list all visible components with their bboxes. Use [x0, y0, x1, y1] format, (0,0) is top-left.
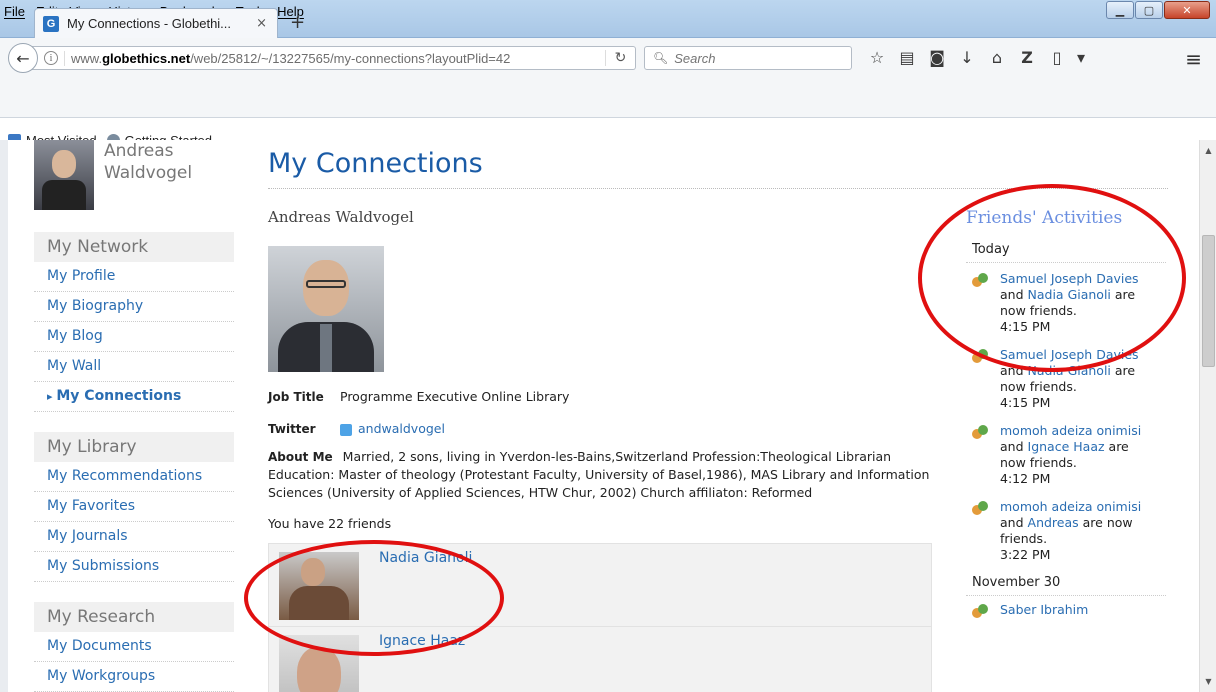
- url-path: /web/25812/~/13227565/my-connections?lay…: [190, 50, 511, 66]
- page-icon[interactable]: ▯: [1042, 48, 1072, 67]
- twitter-label: Twitter: [268, 422, 316, 436]
- sidebar-item-my-blog[interactable]: My Blog: [34, 322, 234, 352]
- twitter-icon: [340, 423, 352, 436]
- dropdown-arrow-icon[interactable]: ▾: [1072, 48, 1090, 67]
- activity-and: and: [1000, 439, 1024, 454]
- friends-icon: [972, 604, 990, 620]
- tab-close-icon[interactable]: ×: [256, 16, 267, 31]
- sidebar-item-my-biography[interactable]: My Biography: [34, 292, 234, 322]
- sidebar-item-my-wall[interactable]: My Wall: [34, 352, 234, 382]
- activity-time: 3:22 PM: [1000, 547, 1051, 562]
- url-prefix: www.: [71, 50, 103, 66]
- my-network-header: My Network: [34, 232, 234, 262]
- twitter-field: Twitter andwaldvogel: [268, 420, 932, 438]
- activity-item: Saber Ibrahim: [966, 602, 1166, 620]
- scrollbar-thumb[interactable]: [1202, 235, 1215, 367]
- download-icon[interactable]: ↓: [952, 48, 982, 67]
- user-name[interactable]: Andreas Waldvogel: [104, 140, 214, 210]
- new-tab-button[interactable]: +: [290, 12, 305, 33]
- twitter-value: andwaldvogel: [340, 420, 445, 438]
- activity-and: and: [1000, 515, 1024, 530]
- url-domain: globethics.net: [102, 50, 191, 66]
- toolbar-icons: ☆ ▤ ◙ ↓ ⌂ Z ▯ ▾: [862, 48, 1090, 67]
- url-text[interactable]: www.globethics.net/web/25812/~/13227565/…: [64, 50, 605, 66]
- sidebar-item-my-favorites[interactable]: My Favorites: [34, 492, 234, 522]
- activity-day-header: November 30: [966, 575, 1166, 596]
- globethics-favicon-icon: G: [43, 15, 59, 32]
- activity-user-link[interactable]: momoh adeiza onimisi: [1000, 499, 1141, 514]
- activity-time: 4:15 PM: [1000, 395, 1051, 410]
- sidebar-item-my-submissions[interactable]: My Submissions: [34, 552, 234, 582]
- activity-user-link[interactable]: Andreas: [1028, 515, 1079, 530]
- user-avatar[interactable]: [34, 140, 94, 210]
- twitter-link[interactable]: andwaldvogel: [358, 421, 445, 436]
- activity-item: momoh adeiza onimisi and Andreas are now…: [966, 499, 1166, 563]
- sidebar-item-my-profile[interactable]: My Profile: [34, 262, 234, 292]
- maximize-button[interactable]: ▢: [1135, 1, 1163, 19]
- window-titlebar: File Edit View History Bookmarks Tools H…: [0, 0, 1216, 38]
- navigation-toolbar: i www.globethics.net/web/25812/~/1322756…: [0, 38, 1216, 148]
- back-arrow-icon: ←: [16, 48, 30, 68]
- sidebar-item-my-documents[interactable]: My Documents: [34, 632, 234, 662]
- zotero-icon[interactable]: Z: [1012, 48, 1042, 67]
- job-title-field: Job Title Programme Executive Online Lib…: [268, 388, 932, 406]
- page-title: My Connections: [268, 148, 483, 179]
- activity-time: 4:12 PM: [1000, 471, 1051, 486]
- hamburger-menu-icon[interactable]: ≡: [1185, 47, 1202, 71]
- web-page: Andreas Waldvogel My Network My Profile …: [0, 140, 1216, 692]
- activity-user-link[interactable]: Saber Ibrahim: [1000, 602, 1088, 617]
- search-input[interactable]: [674, 50, 845, 66]
- activity-user-link[interactable]: momoh adeiza onimisi: [1000, 423, 1141, 438]
- sidebar-item-my-journals[interactable]: My Journals: [34, 522, 234, 552]
- minimize-button[interactable]: ▁: [1106, 1, 1134, 19]
- sidebar: Andreas Waldvogel My Network My Profile …: [34, 140, 234, 692]
- tab-title: My Connections - Globethi...: [67, 16, 232, 31]
- search-icon: 🔍︎: [653, 51, 669, 65]
- reload-icon[interactable]: ↻: [605, 50, 635, 66]
- job-title-value: Programme Executive Online Library: [340, 389, 570, 404]
- profile-photo: [268, 246, 384, 372]
- my-research-header: My Research: [34, 602, 234, 632]
- sidebar-item-my-recommendations[interactable]: My Recommendations: [34, 462, 234, 492]
- site-info-icon[interactable]: i: [44, 51, 58, 65]
- pocket-icon[interactable]: ◙: [922, 48, 952, 67]
- close-window-button[interactable]: ✕: [1164, 1, 1210, 19]
- sidebar-item-my-connections[interactable]: My Connections: [34, 382, 234, 412]
- friends-count: You have 22 friends: [268, 516, 392, 531]
- reading-list-icon[interactable]: ▤: [892, 48, 922, 67]
- activity-user-link[interactable]: Ignace Haaz: [1028, 439, 1105, 454]
- about-me-label: About Me: [268, 450, 333, 464]
- about-me: About Me Married, 2 sons, living in Yverd…: [268, 448, 932, 502]
- scroll-down-arrow-icon[interactable]: ▼: [1200, 673, 1216, 690]
- browser-tab[interactable]: G My Connections - Globethi... ×: [34, 8, 278, 38]
- vertical-scrollbar[interactable]: ▲ ▼: [1199, 140, 1216, 692]
- about-me-value: Married, 2 sons, living in Yverdon-les-B…: [268, 449, 930, 500]
- bookmark-star-icon[interactable]: ☆: [862, 48, 892, 67]
- address-bar[interactable]: i www.globethics.net/web/25812/~/1322756…: [24, 46, 636, 70]
- window-controls: ▁ ▢ ✕: [1105, 1, 1210, 19]
- back-button[interactable]: ←: [8, 43, 38, 73]
- my-library-header: My Library: [34, 432, 234, 462]
- profile-name: Andreas Waldvogel: [268, 208, 414, 226]
- user-header: Andreas Waldvogel: [34, 140, 234, 210]
- job-title-label: Job Title: [268, 390, 324, 404]
- page-left-edge: [0, 140, 8, 692]
- friends-icon: [972, 425, 990, 441]
- friends-icon: [972, 501, 990, 517]
- annotation-circle: [244, 540, 504, 656]
- activity-item: momoh adeiza onimisi and Ignace Haaz are…: [966, 423, 1166, 487]
- scroll-up-arrow-icon[interactable]: ▲: [1200, 142, 1216, 159]
- menu-file[interactable]: File: [4, 4, 25, 19]
- sidebar-item-my-workgroups[interactable]: My Workgroups: [34, 662, 234, 692]
- search-box[interactable]: 🔍︎: [644, 46, 852, 70]
- home-icon[interactable]: ⌂: [982, 48, 1012, 67]
- annotation-circle: [918, 184, 1186, 372]
